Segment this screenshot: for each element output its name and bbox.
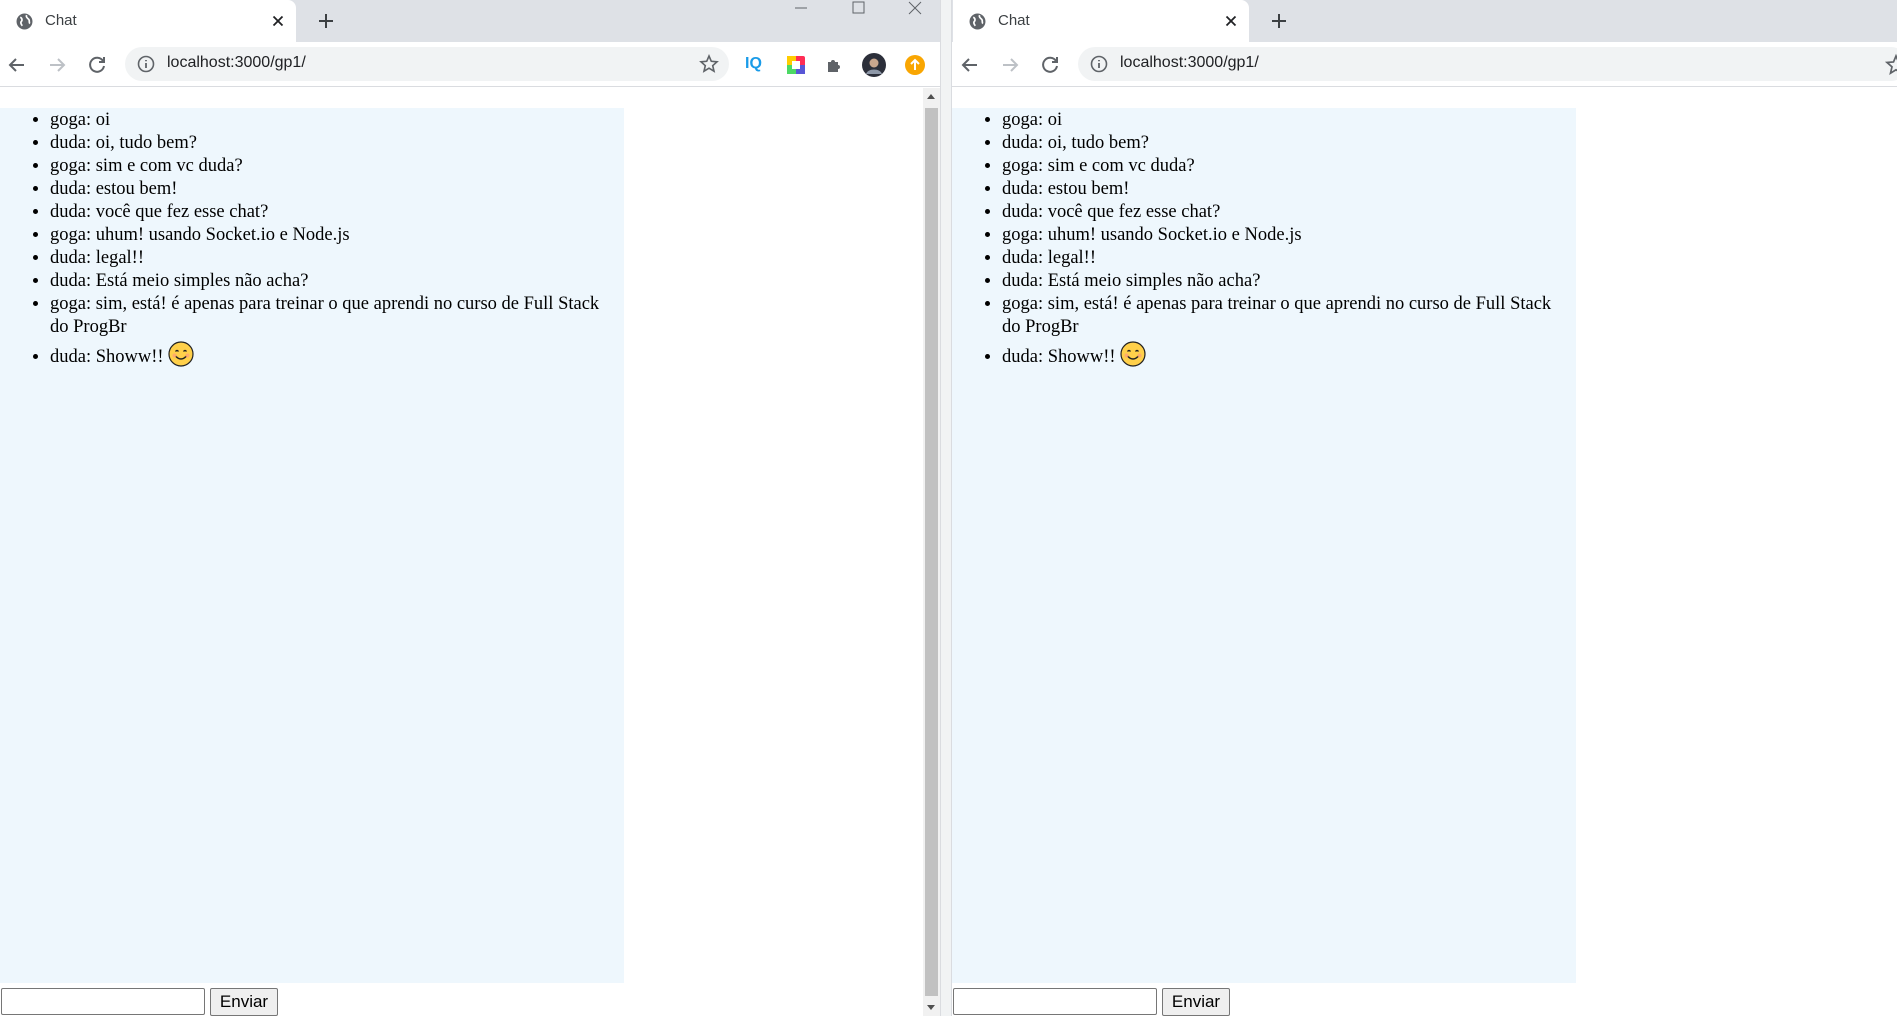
iq-extension-icon[interactable]: IQ bbox=[743, 53, 767, 77]
message-item: goga: uhum! usando Socket.io e Node.js bbox=[50, 224, 600, 247]
message-input[interactable] bbox=[953, 988, 1157, 1015]
back-icon[interactable] bbox=[958, 53, 982, 77]
send-button[interactable]: Enviar bbox=[210, 988, 278, 1016]
messages-panel: goga: oi duda: oi, tudo bem? goga: sim e… bbox=[952, 108, 1576, 983]
messages-panel: goga: oi duda: oi, tudo bem? goga: sim e… bbox=[0, 108, 624, 983]
maximize-icon[interactable] bbox=[838, 0, 878, 20]
puzzle-icon[interactable] bbox=[823, 53, 847, 77]
info-icon[interactable] bbox=[1090, 55, 1108, 73]
smiling-face-icon bbox=[1119, 341, 1146, 367]
message-form: Enviar bbox=[952, 986, 1272, 1016]
info-icon[interactable] bbox=[137, 55, 155, 73]
message-item: goga: oi bbox=[50, 109, 600, 132]
message-item: goga: sim, está! é apenas para treinar o… bbox=[50, 293, 600, 339]
update-icon[interactable] bbox=[903, 53, 927, 77]
bookmark-star-icon[interactable] bbox=[1884, 53, 1897, 77]
color-picker-extension-icon[interactable] bbox=[784, 53, 808, 77]
tab-strip: Chat bbox=[952, 0, 1897, 42]
message-item: duda: estou bem! bbox=[1002, 178, 1552, 201]
browser-toolbar: localhost:3000/gp1/ bbox=[952, 42, 1897, 87]
messages-list: goga: oi duda: oi, tudo bem? goga: sim e… bbox=[0, 108, 624, 369]
tab-title: Chat bbox=[45, 12, 77, 29]
smiling-face-icon bbox=[167, 341, 194, 367]
message-item: duda: Está meio simples não acha? bbox=[50, 270, 600, 293]
close-tab-icon[interactable] bbox=[268, 11, 288, 31]
message-item: duda: oi, tudo bem? bbox=[1002, 132, 1552, 155]
iq-extension-label: IQ bbox=[745, 55, 762, 72]
scroll-thumb[interactable] bbox=[925, 108, 938, 996]
browser-toolbar: localhost:3000/gp1/ IQ bbox=[0, 42, 940, 87]
reload-icon[interactable] bbox=[85, 53, 109, 77]
chat-page: goga: oi duda: oi, tudo bem? goga: sim e… bbox=[952, 88, 1897, 1016]
forward-icon[interactable] bbox=[45, 53, 69, 77]
back-icon[interactable] bbox=[5, 53, 29, 77]
message-item: duda: legal!! bbox=[1002, 247, 1552, 270]
message-item: goga: uhum! usando Socket.io e Node.js bbox=[1002, 224, 1552, 247]
messages-list: goga: oi duda: oi, tudo bem? goga: sim e… bbox=[952, 108, 1576, 369]
tab-chat[interactable]: Chat bbox=[953, 0, 1249, 42]
bookmark-star-icon[interactable] bbox=[699, 54, 719, 74]
scroll-down-arrow-icon[interactable] bbox=[927, 1005, 935, 1010]
close-tab-icon[interactable] bbox=[1221, 11, 1241, 31]
window-divider bbox=[940, 0, 952, 1016]
forward-icon[interactable] bbox=[998, 53, 1022, 77]
message-item: goga: oi bbox=[1002, 109, 1552, 132]
close-window-icon[interactable] bbox=[894, 0, 934, 20]
message-input[interactable] bbox=[1, 988, 205, 1015]
message-item: duda: você que fez esse chat? bbox=[50, 201, 600, 224]
reload-icon[interactable] bbox=[1038, 53, 1062, 77]
message-item: duda: Está meio simples não acha? bbox=[1002, 270, 1552, 293]
message-text: duda: Showw!! bbox=[1002, 347, 1116, 367]
message-item: goga: sim e com vc duda? bbox=[50, 155, 600, 178]
tab-chat[interactable]: Chat bbox=[0, 0, 296, 42]
new-tab-icon[interactable] bbox=[314, 9, 338, 33]
address-bar[interactable]: localhost:3000/gp1/ bbox=[1078, 47, 1897, 81]
browser-window-right: Chat localhost:3000/gp1/ goga: oi duda: … bbox=[952, 0, 1897, 1016]
chat-page: goga: oi duda: oi, tudo bem? goga: sim e… bbox=[0, 88, 940, 1016]
message-item: goga: sim, está! é apenas para treinar o… bbox=[1002, 293, 1552, 339]
address-url[interactable]: localhost:3000/gp1/ bbox=[1120, 54, 1259, 72]
send-button[interactable]: Enviar bbox=[1162, 988, 1230, 1016]
message-item: duda: Showw!! bbox=[50, 341, 600, 369]
address-bar[interactable]: localhost:3000/gp1/ bbox=[125, 47, 729, 81]
message-text: duda: Showw!! bbox=[50, 347, 164, 367]
globe-icon bbox=[16, 13, 33, 30]
message-item: duda: Showw!! bbox=[1002, 341, 1552, 369]
globe-icon bbox=[969, 13, 986, 30]
tab-title: Chat bbox=[998, 12, 1030, 29]
message-item: duda: você que fez esse chat? bbox=[1002, 201, 1552, 224]
address-url[interactable]: localhost:3000/gp1/ bbox=[167, 54, 306, 72]
message-item: duda: oi, tudo bem? bbox=[50, 132, 600, 155]
new-tab-icon[interactable] bbox=[1267, 9, 1291, 33]
message-item: goga: sim e com vc duda? bbox=[1002, 155, 1552, 178]
message-item: duda: estou bem! bbox=[50, 178, 600, 201]
scroll-up-arrow-icon[interactable] bbox=[927, 94, 935, 99]
tab-strip: Chat bbox=[0, 0, 940, 42]
message-item: duda: legal!! bbox=[50, 247, 600, 270]
profile-avatar[interactable] bbox=[862, 53, 886, 77]
browser-window-left: Chat localhost:3000/gp1/ IQ goga: oi bbox=[0, 0, 940, 1016]
minimize-icon[interactable] bbox=[781, 0, 821, 20]
message-form: Enviar bbox=[0, 986, 320, 1016]
vertical-scrollbar[interactable] bbox=[923, 88, 940, 1016]
